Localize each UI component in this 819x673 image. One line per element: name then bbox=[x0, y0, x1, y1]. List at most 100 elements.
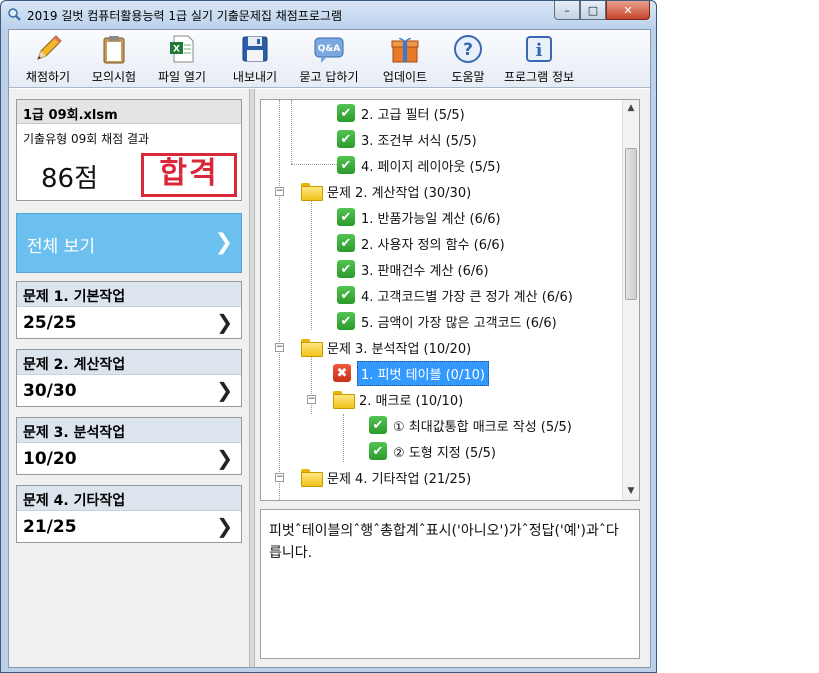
chevron-right-icon: ❯ bbox=[216, 514, 233, 538]
chevron-right-icon: ❯ bbox=[214, 230, 233, 255]
summary-pane: 1급 09회.xlsm 기출유형 09회 채점 결과 86점 합격 전체 보기 … bbox=[9, 89, 249, 667]
tree-item[interactable]: ✔ 3. 조건부 서식 (5/5) bbox=[337, 126, 477, 152]
tree-item[interactable]: ✔ 4. 고객코드별 가장 큰 정가 계산 (6/6) bbox=[337, 282, 573, 308]
check-icon: ✔ bbox=[337, 104, 355, 122]
result-tree[interactable]: ✔ 2. 고급 필터 (5/5) ✔ 3. 조건부 서식 (5/5) ✔ 4. … bbox=[260, 99, 640, 501]
tree-group-label: 2. 매크로 (10/10) bbox=[359, 393, 464, 409]
collapse-toggle[interactable]: − bbox=[275, 473, 284, 482]
check-icon: ✔ bbox=[337, 208, 355, 226]
chevron-right-icon: ❯ bbox=[216, 446, 233, 470]
tree-group[interactable]: 2. 매크로 (10/10) bbox=[333, 386, 463, 412]
pencil-icon bbox=[37, 35, 62, 60]
tree-item[interactable]: ✔ 5. 금액이 가장 많은 고객코드 (6/6) bbox=[337, 308, 557, 334]
check-icon: ✔ bbox=[337, 312, 355, 330]
folder-icon bbox=[301, 339, 323, 357]
clipboard-icon bbox=[103, 36, 125, 64]
svg-text:X: X bbox=[173, 45, 180, 55]
detail-pane: ✔ 2. 고급 필터 (5/5) ✔ 3. 조건부 서식 (5/5) ✔ 4. … bbox=[255, 89, 650, 667]
minimize-button[interactable]: – bbox=[554, 1, 580, 20]
tree-item-label: 5. 금액이 가장 많은 고객코드 (6/6) bbox=[361, 315, 557, 331]
tree-item-selected[interactable]: ✖ 1. 피벗 테이블 (0/10) bbox=[333, 360, 489, 386]
collapse-toggle[interactable]: − bbox=[275, 187, 284, 196]
tree-group[interactable]: 문제 3. 분석작업 (10/20) bbox=[301, 334, 471, 360]
result-title: 기출유형 09회 채점 결과 bbox=[23, 132, 150, 146]
problem-score: 21/25 bbox=[23, 517, 77, 537]
tree-item[interactable]: ✔ 3. 판매건수 계산 (6/6) bbox=[337, 256, 489, 282]
qa-button[interactable]: Q&A 묻고 답하기 bbox=[296, 33, 362, 87]
help-button[interactable]: ? 도움말 bbox=[443, 33, 493, 87]
info-icon: i bbox=[526, 36, 552, 62]
view-all-button[interactable]: 전체 보기 ❯ bbox=[16, 213, 242, 273]
tree-scrollbar[interactable]: ▲ ▼ bbox=[622, 100, 639, 500]
title-bar[interactable]: 2019 길벗 컴퓨터활용능력 1급 실기 기출문제집 채점프로그램 – □ ✕ bbox=[1, 1, 656, 28]
maximize-button[interactable]: □ bbox=[580, 1, 606, 20]
collapse-toggle[interactable]: − bbox=[275, 343, 284, 352]
detail-message: 피벗ˆ테이블의ˆ행ˆ총합계ˆ표시('아니오')가ˆ정답('예')과ˆ다릅니다. bbox=[260, 509, 640, 659]
check-icon: ✔ bbox=[369, 416, 387, 434]
file-name: 1급 09회.xlsm bbox=[17, 100, 241, 124]
program-info-button[interactable]: i 프로그램 정보 bbox=[499, 33, 579, 87]
window-controls: – □ ✕ bbox=[554, 1, 650, 20]
tree-item[interactable]: ✔ 4. 페이지 레이아웃 (5/5) bbox=[337, 152, 501, 178]
open-file-button[interactable]: X 파일 열기 bbox=[154, 33, 210, 87]
tree-item[interactable]: ✔ ① 최대값통합 매크로 작성 (5/5) bbox=[369, 412, 572, 438]
tree-group[interactable]: 문제 4. 기타작업 (21/25) bbox=[301, 464, 471, 490]
collapse-toggle[interactable]: − bbox=[307, 395, 316, 404]
folder-icon bbox=[301, 183, 323, 201]
svg-text:Q&A: Q&A bbox=[318, 44, 340, 54]
problem-1-card[interactable]: 문제 1. 기본작업 25/25 ❯ bbox=[16, 281, 242, 339]
problem-title: 문제 4. 기타작업 bbox=[17, 486, 241, 511]
check-icon: ✔ bbox=[337, 234, 355, 252]
pass-stamp: 합격 bbox=[141, 153, 237, 197]
tree-item-label: ① 최대값통합 매크로 작성 (5/5) bbox=[393, 419, 572, 435]
problem-title: 문제 3. 분석작업 bbox=[17, 418, 241, 443]
problem-2-card[interactable]: 문제 2. 계산작업 30/30 ❯ bbox=[16, 349, 242, 407]
svg-text:i: i bbox=[536, 40, 543, 61]
tree-line bbox=[311, 356, 312, 414]
problem-score: 10/20 bbox=[23, 449, 77, 469]
svg-text:?: ? bbox=[463, 40, 473, 60]
gift-box-icon bbox=[391, 37, 419, 63]
chevron-right-icon: ❯ bbox=[216, 378, 233, 402]
error-x-icon: ✖ bbox=[333, 364, 351, 382]
check-icon: ✔ bbox=[337, 156, 355, 174]
folder-icon bbox=[333, 391, 355, 409]
detail-text: 피벗ˆ테이블의ˆ행ˆ총합계ˆ표시('아니오')가ˆ정답('예')과ˆ다릅니다. bbox=[269, 523, 619, 561]
tree-item-label: 1. 피벗 테이블 (0/10) bbox=[357, 360, 489, 386]
check-icon: ✔ bbox=[337, 130, 355, 148]
tree-item-label: 2. 사용자 정의 함수 (6/6) bbox=[361, 237, 505, 253]
scroll-thumb[interactable] bbox=[625, 148, 637, 300]
mock-exam-button[interactable]: 모의시험 bbox=[89, 33, 139, 87]
tree-group-label: 문제 4. 기타작업 (21/25) bbox=[327, 471, 472, 487]
close-button[interactable]: ✕ bbox=[606, 1, 650, 20]
problem-score: 25/25 bbox=[23, 313, 77, 333]
tree-line bbox=[279, 100, 280, 500]
tree-line bbox=[311, 200, 312, 330]
tree-item[interactable]: ✔ ② 도형 지정 (5/5) bbox=[369, 438, 496, 464]
tree-item-label: ② 도형 지정 (5/5) bbox=[393, 445, 496, 461]
tree-group-label: 문제 3. 분석작업 (10/20) bbox=[327, 341, 472, 357]
scroll-down-icon[interactable]: ▼ bbox=[623, 483, 639, 500]
check-icon: ✔ bbox=[369, 442, 387, 460]
tree-item[interactable]: ✔ 2. 고급 필터 (5/5) bbox=[337, 100, 465, 126]
tree-item-label: 4. 고객코드별 가장 큰 정가 계산 (6/6) bbox=[361, 289, 573, 305]
client-area: 채점하기 모의시험 X 파일 열기 내보내기 Q&A 묻고 답하기 업데이트 ?… bbox=[8, 29, 651, 668]
problem-3-card[interactable]: 문제 3. 분석작업 10/20 ❯ bbox=[16, 417, 242, 475]
check-icon: ✔ bbox=[337, 260, 355, 278]
update-button[interactable]: 업데이트 bbox=[377, 33, 433, 87]
tree-item[interactable]: ✔ 1. 반품가능일 계산 (6/6) bbox=[337, 204, 501, 230]
total-score: 86점 bbox=[41, 164, 99, 194]
tree-item-label: 2. 고급 필터 (5/5) bbox=[361, 107, 465, 123]
scroll-up-icon[interactable]: ▲ bbox=[623, 100, 639, 117]
export-button[interactable]: 내보내기 bbox=[227, 33, 283, 87]
tree-item-label: 3. 판매건수 계산 (6/6) bbox=[361, 263, 489, 279]
grade-button[interactable]: 채점하기 bbox=[23, 33, 73, 87]
tree-group[interactable]: 문제 2. 계산작업 (30/30) bbox=[301, 178, 471, 204]
toolbar: 채점하기 모의시험 X 파일 열기 내보내기 Q&A 묻고 답하기 업데이트 ?… bbox=[9, 30, 650, 88]
excel-file-icon: X bbox=[170, 35, 194, 63]
chevron-right-icon: ❯ bbox=[216, 310, 233, 334]
tree-item[interactable]: ✔ 2. 사용자 정의 함수 (6/6) bbox=[337, 230, 505, 256]
view-all-label: 전체 보기 bbox=[27, 237, 95, 257]
window-title: 2019 길벗 컴퓨터활용능력 1급 실기 기출문제집 채점프로그램 bbox=[27, 9, 342, 23]
problem-4-card[interactable]: 문제 4. 기타작업 21/25 ❯ bbox=[16, 485, 242, 543]
